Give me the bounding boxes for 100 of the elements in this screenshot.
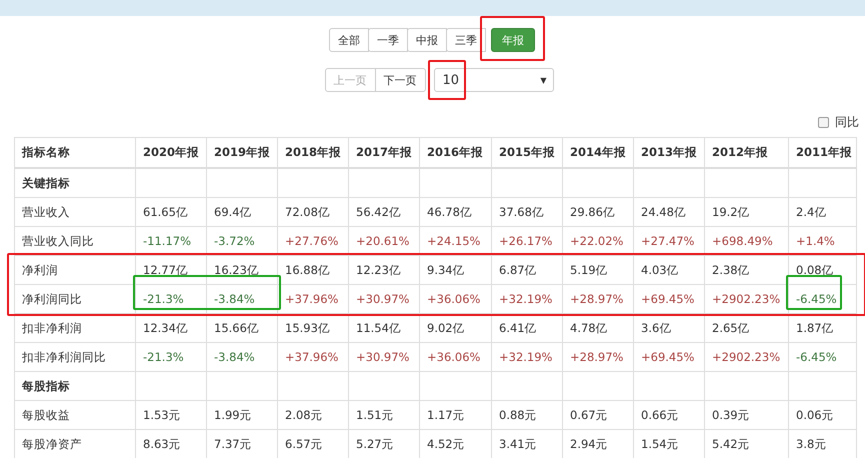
table-cell: +1.4% xyxy=(788,227,857,255)
table-cell: 69.4亿 xyxy=(206,198,277,226)
table-cell: 7.37元 xyxy=(206,430,277,458)
table-cell: +37.96% xyxy=(277,285,348,313)
table-cell: +24.15% xyxy=(419,227,491,255)
column-header: 2013年报 xyxy=(633,138,704,167)
table-cell: 2.38亿 xyxy=(704,256,788,284)
table-cell: 3.41元 xyxy=(491,430,562,458)
table-cell: -3.84% xyxy=(206,343,277,371)
table-cell: 2.4亿 xyxy=(788,198,857,226)
table-cell: 56.42亿 xyxy=(348,198,419,226)
page-size-select[interactable]: 10 ▼ xyxy=(434,68,554,92)
table-cell: +30.97% xyxy=(348,343,419,371)
row-label: 扣非净利润 xyxy=(14,314,135,342)
column-header: 2011年报 xyxy=(788,138,857,167)
column-header: 2012年报 xyxy=(704,138,788,167)
table-cell: 0.06元 xyxy=(788,401,857,429)
row-label: 净利润同比 xyxy=(14,285,135,313)
table-cell: -21.3% xyxy=(135,343,206,371)
table-cell: 72.08亿 xyxy=(277,198,348,226)
table-cell: 2.08元 xyxy=(277,401,348,429)
column-header: 2020年报 xyxy=(135,138,206,167)
table-cell: -6.45% xyxy=(788,343,857,371)
table-cell: 9.02亿 xyxy=(419,314,491,342)
checkbox[interactable] xyxy=(818,116,829,128)
table-cell: 11.54亿 xyxy=(348,314,419,342)
row-label: 营业收入同比 xyxy=(14,227,135,255)
table-cell: 12.34亿 xyxy=(135,314,206,342)
checkbox-label: 同比 xyxy=(835,114,859,130)
table-cell: 12.23亿 xyxy=(348,256,419,284)
table-cell: +36.06% xyxy=(419,343,491,371)
table-cell: 1.87亿 xyxy=(788,314,857,342)
period-tab[interactable]: 中报 xyxy=(407,28,447,52)
table-cell: 61.65亿 xyxy=(135,198,206,226)
table-cell: 3.8元 xyxy=(788,430,857,458)
column-header: 2017年报 xyxy=(348,138,419,167)
row-label: 营业收入 xyxy=(14,198,135,226)
table-cell: 15.93亿 xyxy=(277,314,348,342)
table-cell: +2902.23% xyxy=(704,285,788,313)
table-cell: 4.52元 xyxy=(419,430,491,458)
table-cell: 29.86亿 xyxy=(562,198,633,226)
section-label: 关键指标 xyxy=(14,169,135,197)
table-cell: 15.66亿 xyxy=(206,314,277,342)
table-cell: -21.3% xyxy=(135,285,206,313)
table-cell: +32.19% xyxy=(491,285,562,313)
next-page-button[interactable]: 下一页 xyxy=(374,68,426,92)
table-cell: 1.54元 xyxy=(633,430,704,458)
table-cell: 6.41亿 xyxy=(491,314,562,342)
table-cell: 19.2亿 xyxy=(704,198,788,226)
row-label: 净利润 xyxy=(14,256,135,284)
table-cell: 16.23亿 xyxy=(206,256,277,284)
table-cell: +2902.23% xyxy=(704,343,788,371)
table-cell: -3.72% xyxy=(206,227,277,255)
column-header: 2015年报 xyxy=(491,138,562,167)
table-cell: -11.17% xyxy=(135,227,206,255)
table-cell: 4.03亿 xyxy=(633,256,704,284)
table-cell: 46.78亿 xyxy=(419,198,491,226)
table-cell: +30.97% xyxy=(348,285,419,313)
table-cell: 3.6亿 xyxy=(633,314,704,342)
column-header: 2019年报 xyxy=(206,138,277,167)
table-cell: 24.48亿 xyxy=(633,198,704,226)
table-cell: 2.94元 xyxy=(562,430,633,458)
table-cell: 8.63元 xyxy=(135,430,206,458)
column-header: 2016年报 xyxy=(419,138,491,167)
section-label: 每股指标 xyxy=(14,372,135,400)
table-cell: 1.17元 xyxy=(419,401,491,429)
table-cell: 6.87亿 xyxy=(491,256,562,284)
table-cell: +69.45% xyxy=(633,343,704,371)
column-header: 指标名称 xyxy=(14,138,135,167)
table-cell: 5.27元 xyxy=(348,430,419,458)
table-cell: +22.02% xyxy=(562,227,633,255)
table-cell: +27.47% xyxy=(633,227,704,255)
table-cell: 9.34亿 xyxy=(419,256,491,284)
table-cell: -6.45% xyxy=(788,285,857,313)
table-cell: 5.19亿 xyxy=(562,256,633,284)
table-cell: 1.51元 xyxy=(348,401,419,429)
table-cell: +32.19% xyxy=(491,343,562,371)
table-cell: 5.42元 xyxy=(704,430,788,458)
table-cell: +69.45% xyxy=(633,285,704,313)
column-header: 2018年报 xyxy=(277,138,348,167)
table-cell: 16.88亿 xyxy=(277,256,348,284)
row-label: 扣非净利润同比 xyxy=(14,343,135,371)
table-cell: +20.61% xyxy=(348,227,419,255)
period-tab[interactable]: 一季 xyxy=(368,28,408,52)
column-header: 2014年报 xyxy=(562,138,633,167)
table-cell: 2.65亿 xyxy=(704,314,788,342)
table-cell: +28.97% xyxy=(562,285,633,313)
table-cell: 1.53元 xyxy=(135,401,206,429)
period-tab[interactable]: 三季 xyxy=(446,28,486,52)
table-cell: +26.17% xyxy=(491,227,562,255)
table-cell: 0.39元 xyxy=(704,401,788,429)
table-cell: 0.08亿 xyxy=(788,256,857,284)
table-cell: 4.78亿 xyxy=(562,314,633,342)
table-cell: +28.97% xyxy=(562,343,633,371)
table-cell: 0.67元 xyxy=(562,401,633,429)
table-cell: 0.66元 xyxy=(633,401,704,429)
table-cell: -3.84% xyxy=(206,285,277,313)
table-cell: +698.49% xyxy=(704,227,788,255)
table-cell: +36.06% xyxy=(419,285,491,313)
period-tab[interactable]: 全部 xyxy=(329,28,369,52)
